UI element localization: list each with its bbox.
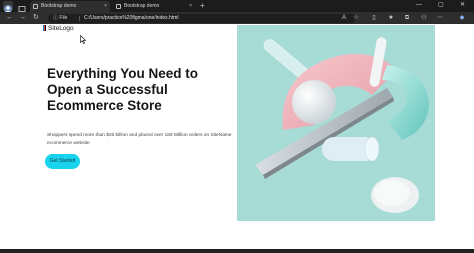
logo-text: SiteLogo	[48, 25, 74, 32]
address-bar[interactable]: ⓘ File C:/Users/practice%20figma/one/ind…	[48, 14, 356, 23]
profile-avatar[interactable]	[3, 1, 13, 13]
reader-view-icon[interactable]: A	[340, 14, 348, 22]
new-tab-button[interactable]: +	[200, 0, 205, 12]
settings-more-icon[interactable]: ⋯	[436, 14, 444, 22]
collections-icon[interactable]: ⧉	[403, 14, 411, 22]
address-separator	[79, 16, 80, 21]
window-bottom-edge	[0, 249, 474, 253]
site-logo[interactable]: SiteLogo	[43, 24, 74, 34]
close-tab-icon[interactable]: ×	[189, 1, 192, 12]
tab-strip: Bootstrap demo × Bootstrap demo × + — ▢ …	[0, 0, 474, 13]
refresh-icon[interactable]: ↻	[33, 12, 39, 24]
favorite-star-icon[interactable]: ☆	[352, 14, 360, 22]
close-window-button[interactable]: ✕	[460, 0, 465, 11]
browser-window: Bootstrap demo × Bootstrap demo × + — ▢ …	[0, 0, 474, 253]
minimize-button[interactable]: —	[416, 0, 422, 11]
hero-lead-text: Shoppers spend more than $26 billion and…	[47, 133, 232, 146]
hero-3d-illustration	[237, 25, 435, 221]
page-favicon-icon	[116, 4, 121, 9]
tab-title: Bootstrap demo	[124, 3, 160, 9]
browser-toolbar: ← → ↻ ⓘ File C:/Users/practice%20figma/o…	[0, 12, 474, 24]
favorites-icon[interactable]: ★	[387, 14, 395, 22]
tab-bootstrap-demo-2[interactable]: Bootstrap demo ×	[113, 1, 195, 12]
maximize-button[interactable]: ▢	[438, 0, 444, 11]
page-favicon-icon	[33, 4, 38, 9]
tab-title: Bootstrap demo	[41, 3, 77, 9]
back-icon[interactable]: ←	[6, 12, 13, 24]
get-started-button[interactable]: Get Started	[45, 154, 80, 169]
logo-mark-icon	[43, 25, 46, 31]
file-label: File	[59, 15, 68, 21]
copilot-icon[interactable]: ◆	[458, 14, 466, 22]
forward-icon[interactable]: →	[19, 12, 26, 24]
hero-headline: Everything You Need to Open a Successful…	[47, 66, 199, 113]
close-tab-icon[interactable]: ×	[104, 1, 107, 12]
file-info-indicator[interactable]: ⓘ File	[53, 14, 67, 23]
url-text[interactable]: C:/Users/practice%20figma/one/index.html	[84, 14, 179, 23]
split-screen-icon[interactable]: ▯	[370, 14, 378, 22]
mouse-cursor-icon	[80, 35, 86, 44]
tab-bootstrap-demo-1[interactable]: Bootstrap demo ×	[30, 1, 110, 12]
tab-actions-icon[interactable]	[17, 1, 27, 12]
page-viewport: SiteLogo Everything You Need to Open a S…	[0, 24, 474, 253]
extensions-icon[interactable]: ⚇	[420, 14, 428, 22]
